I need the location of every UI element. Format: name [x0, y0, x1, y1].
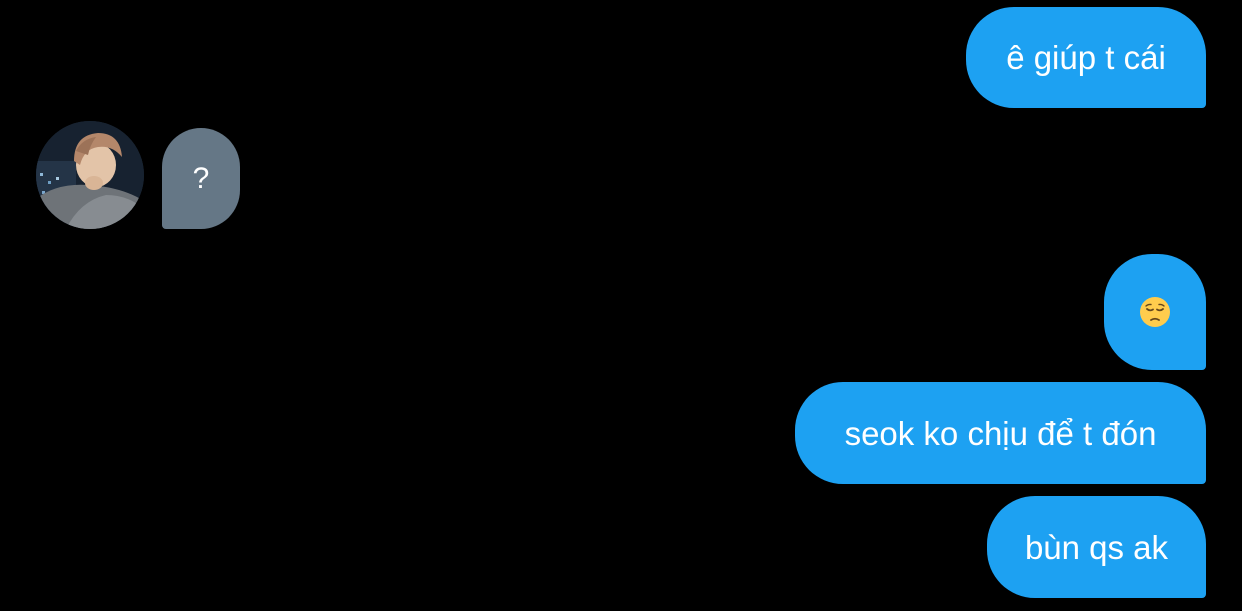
message-text: ê giúp t cái — [1006, 39, 1166, 76]
outgoing-message-bubble[interactable]: bùn qs ak — [987, 496, 1206, 598]
outgoing-message-bubble[interactable]: seok ko chịu để t đón — [795, 382, 1206, 484]
outgoing-message-bubble[interactable]: ê giúp t cái — [966, 7, 1206, 108]
avatar-photo — [36, 121, 144, 229]
message-text: seok ko chịu để t đón — [844, 414, 1157, 452]
incoming-message-bubble[interactable]: ? — [162, 128, 240, 229]
message-text: ? — [192, 161, 210, 195]
message-text: bùn qs ak — [1024, 528, 1169, 566]
avatar[interactable] — [36, 121, 144, 229]
pensive-face-icon — [1140, 297, 1170, 327]
outgoing-message-bubble[interactable] — [1104, 254, 1206, 370]
